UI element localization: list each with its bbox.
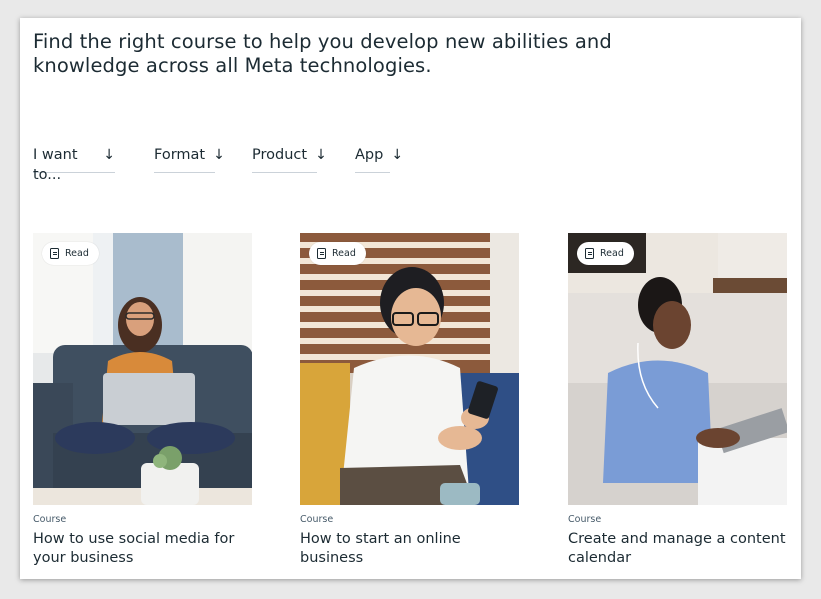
arrow-down-icon: ↓ xyxy=(315,147,327,163)
course-thumbnail[interactable]: Read xyxy=(33,233,252,505)
format-badge: Read xyxy=(42,242,99,265)
arrow-down-icon: ↓ xyxy=(103,147,115,163)
document-icon xyxy=(50,248,59,259)
course-title-link[interactable]: How to start an online business xyxy=(300,530,519,567)
filter-app[interactable]: App ↓ xyxy=(355,145,403,173)
course-title-link[interactable]: Create and manage a content calendar xyxy=(568,530,787,567)
arrow-down-icon: ↓ xyxy=(391,147,404,163)
course-thumbnail[interactable]: Read xyxy=(568,233,787,505)
course-type-label: Course xyxy=(568,514,602,525)
filter-label: Product xyxy=(252,147,308,163)
format-badge: Read xyxy=(577,242,634,265)
course-image-man-phone xyxy=(300,233,519,505)
filter-format[interactable]: Format ↓ xyxy=(154,145,225,173)
course-title-link[interactable]: How to use social media for your busines… xyxy=(33,530,252,567)
document-icon xyxy=(585,248,594,259)
course-image-man-laptop xyxy=(568,233,787,505)
badge-label: Read xyxy=(600,248,624,259)
course-card[interactable]: Read Course How to use social media for … xyxy=(33,233,252,567)
arrow-down-icon: ↓ xyxy=(213,147,225,163)
filter-label: I want to... xyxy=(33,147,78,183)
format-badge: Read xyxy=(309,242,366,265)
course-type-label: Course xyxy=(33,514,67,525)
course-image-woman-laptop xyxy=(33,233,252,505)
filter-label: Format xyxy=(154,147,206,163)
course-thumbnail[interactable]: Read xyxy=(300,233,519,505)
badge-label: Read xyxy=(332,248,356,259)
filter-i-want-to[interactable]: I want to... ↓ xyxy=(33,145,115,183)
badge-label: Read xyxy=(65,248,89,259)
course-card[interactable]: Read Course Create and manage a content … xyxy=(568,233,787,567)
page-headline: Find the right course to help you develo… xyxy=(33,30,612,77)
course-catalog-panel: Find the right course to help you develo… xyxy=(20,18,801,579)
filter-product[interactable]: Product ↓ xyxy=(252,145,327,173)
course-type-label: Course xyxy=(300,514,334,525)
course-card[interactable]: Read Course How to start an online busin… xyxy=(300,233,519,567)
filter-label: App xyxy=(355,147,384,163)
document-icon xyxy=(317,248,326,259)
